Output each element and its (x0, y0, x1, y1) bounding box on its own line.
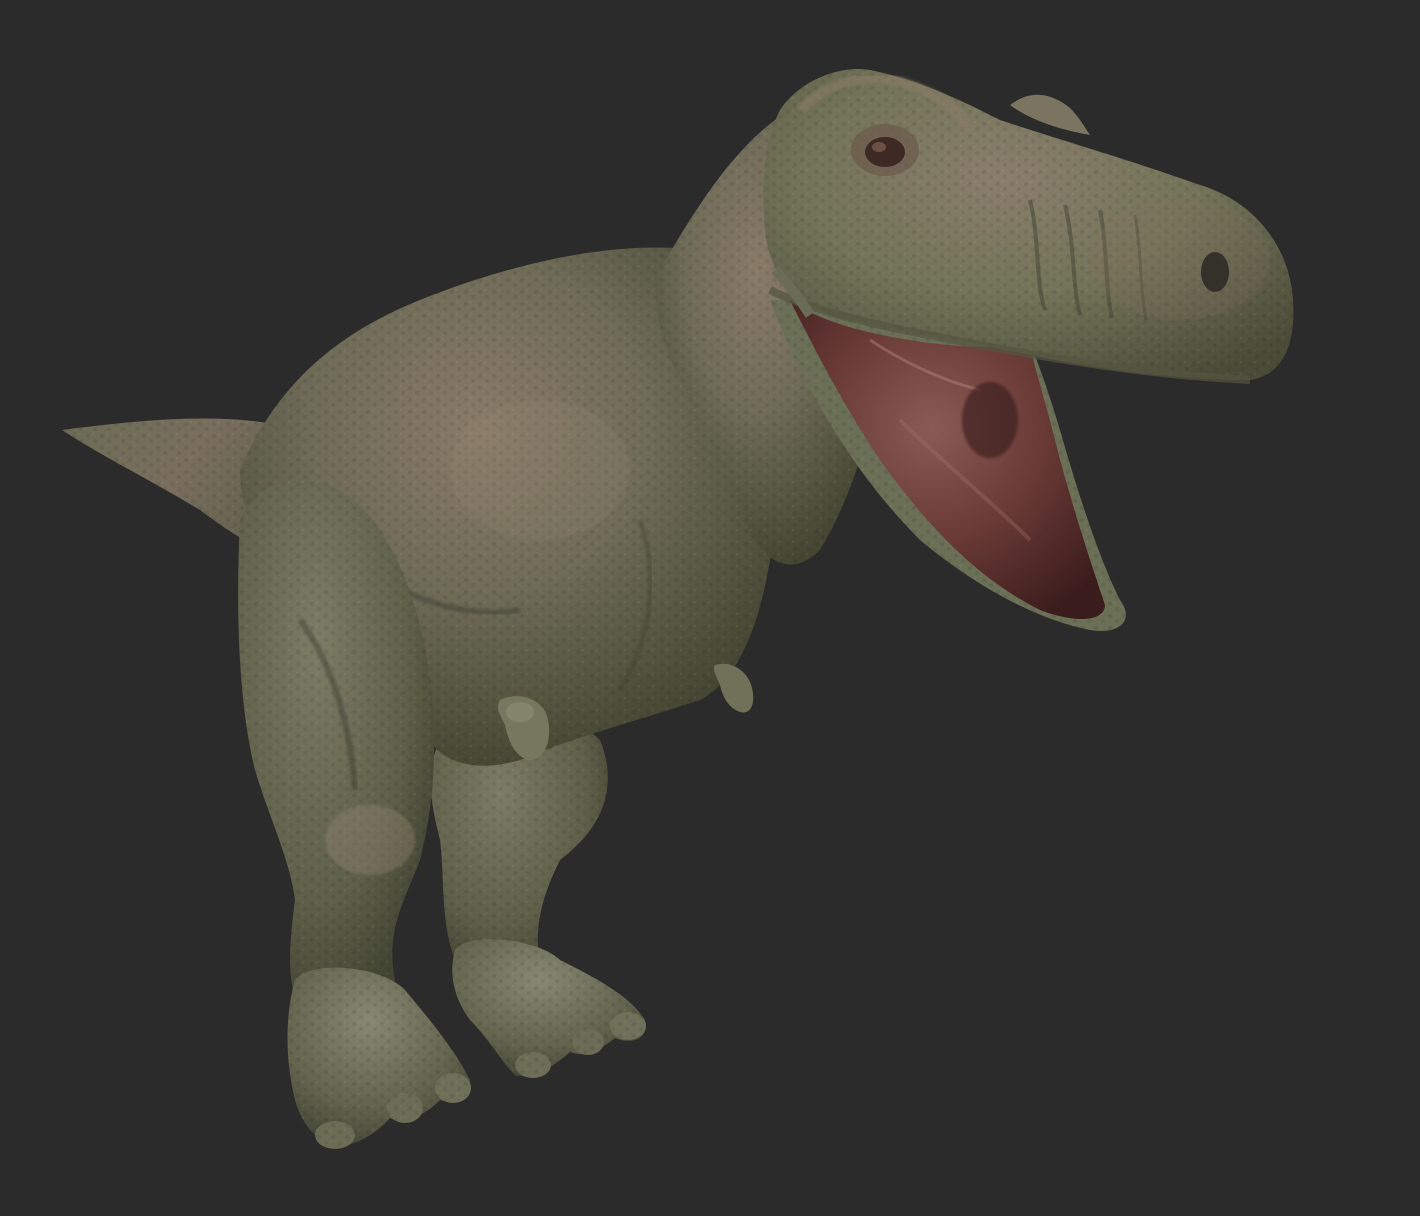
foot-far (452, 939, 646, 1078)
eye (865, 137, 905, 167)
nostril (1201, 252, 1229, 292)
arm-far (713, 663, 754, 713)
foot-near (287, 967, 471, 1149)
dinosaur-render (62, 69, 1294, 1149)
render-viewport (0, 0, 1420, 1216)
